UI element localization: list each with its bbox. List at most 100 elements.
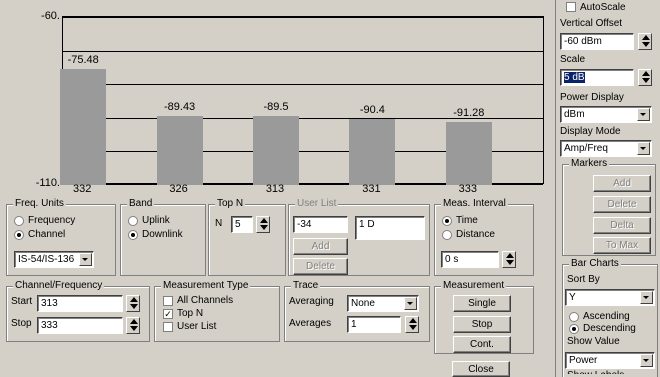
topn-checkbox[interactable]: ✓ [163,309,173,319]
list-item[interactable]: 1 D [359,219,375,230]
chart-bar[interactable] [445,122,492,185]
chevron-down-icon[interactable] [640,291,653,304]
distance-label: Distance [456,229,495,240]
ascending-radio[interactable] [569,312,579,322]
marker-delete-button[interactable]: Delete [593,196,651,213]
chevron-down-icon[interactable] [637,142,650,155]
bar-chart: -60. -110. -75.48 -89.43 -89.5 -90.4 -91.28 … [0,0,552,196]
group-title: Measurement Type [161,280,251,291]
distance-radio[interactable] [442,230,452,240]
user-list-group: User List -34 1 D Add Delete [288,198,430,276]
chart-bar[interactable] [60,69,107,185]
power-display-select[interactable]: dBm [560,106,652,123]
display-mode-select[interactable]: Amp/Freq [560,140,652,157]
vertical-offset-label: Vertical Offset [560,18,623,29]
chevron-down-icon[interactable] [640,354,653,367]
trace-group: Trace Averaging None Averages 1 [284,280,430,342]
averaging-value: None [351,298,375,309]
marker-to-max-button[interactable]: To Max [593,237,651,254]
start-stepper[interactable] [126,295,140,312]
downlink-radio[interactable] [128,230,138,240]
user-list-checkbox[interactable] [163,322,173,332]
all-channels-label: All Channels [177,295,234,306]
averages-label: Averages [289,318,332,329]
uplink-radio[interactable] [128,216,138,226]
averages-stepper[interactable] [405,316,419,333]
group-title: Markers [569,158,610,169]
topn-label: Top N [177,308,204,319]
sort-by-select[interactable]: Y [565,289,655,306]
delete-button[interactable]: Delete [293,258,348,275]
freq-units-group: Freq. Units Frequency Channel IS-54/IS-1… [6,198,116,276]
stop-button[interactable]: Stop [453,316,511,333]
interval-stepper[interactable] [502,251,516,268]
x-tick-label: 332 [73,183,92,195]
bar-value-label: -91.28 [453,107,485,120]
stop-input[interactable]: 333 [37,317,123,334]
group-title: Measurement [441,280,507,291]
standard-select[interactable]: IS-54/IS-136 [14,251,94,268]
group-title: Freq. Units [13,198,66,209]
bar-charts-group: Bar Charts Sort By Y Ascending Descendin… [562,258,658,377]
marker-add-button[interactable]: Add [593,175,651,192]
bar-value-label: -75.48 [67,54,99,66]
all-channels-checkbox[interactable] [163,296,173,306]
topn-group: Top N N 5 [208,198,286,276]
time-radio[interactable] [442,216,452,226]
vertical-offset-input[interactable]: -60 dBm [560,33,634,50]
scale-stepper[interactable] [638,69,652,86]
descending-radio[interactable] [569,324,579,334]
group-title: Band [127,198,155,209]
plot-area: -75.48 -89.43 -89.5 -90.4 -91.28 [60,16,544,185]
right-panel: AutoScale Vertical Offset -60 dBm Scale … [555,0,660,377]
averages-input[interactable]: 1 [347,316,401,333]
autoscale-label: AutoScale [580,2,626,13]
chevron-down-icon[interactable] [637,108,650,121]
chevron-down-icon[interactable] [404,297,417,310]
cont-button[interactable]: Cont. [453,336,511,353]
uplink-label: Uplink [142,215,170,226]
add-button[interactable]: Add [293,238,348,255]
frequency-radio[interactable] [14,216,24,226]
chart-bar[interactable] [349,119,396,185]
power-display-label: Power Display [560,92,624,103]
topn-stepper[interactable] [256,216,270,233]
group-title: Trace [291,280,321,291]
averaging-select[interactable]: None [347,295,419,312]
close-button[interactable]: Close [452,361,510,377]
downlink-label: Downlink [142,229,183,240]
user-list-input[interactable]: -34 [293,216,348,233]
channel-frequency-group: Channel/Frequency Start 313 Stop 333 [6,280,150,342]
autoscale-checkbox[interactable] [566,2,576,12]
topn-input[interactable]: 5 [231,216,253,233]
measurement-type-group: Measurement Type All Channels ✓ Top N Us… [154,280,280,342]
averaging-label: Averaging [289,296,334,307]
chart-bar[interactable] [156,115,203,185]
user-list-box[interactable]: 1 D [355,216,425,240]
group-title: Channel/Frequency [13,280,105,291]
sort-by-label: Sort By [567,274,600,285]
scale-label: Scale [560,54,586,65]
vertical-offset-stepper[interactable] [638,33,652,50]
marker-delta-button[interactable]: Delta [593,217,651,234]
interval-input[interactable]: 0 s [441,251,499,268]
user-list-label: User List [177,321,217,332]
chevron-down-icon[interactable] [79,253,92,266]
x-tick-label: 326 [169,183,188,195]
bar-value-label: -90.4 [359,104,385,117]
start-input[interactable]: 313 [37,295,123,312]
show-value-select[interactable]: Power [565,352,655,369]
show-value-value: Power [569,355,598,366]
y-tick-top: -60. [41,10,60,22]
channel-radio[interactable] [14,230,24,240]
single-button[interactable]: Single [453,295,511,312]
display-mode-value: Amp/Freq [564,143,608,154]
sort-by-value: Y [569,292,576,303]
stop-stepper[interactable] [126,317,140,334]
ascending-label: Ascending [583,311,630,322]
channel-label: Channel [28,229,66,240]
chart-bar[interactable] [253,116,299,185]
scale-input[interactable]: 5 dB [560,69,634,86]
bar-value-label: -89.5 [263,101,289,114]
x-tick-label: 333 [458,183,477,195]
